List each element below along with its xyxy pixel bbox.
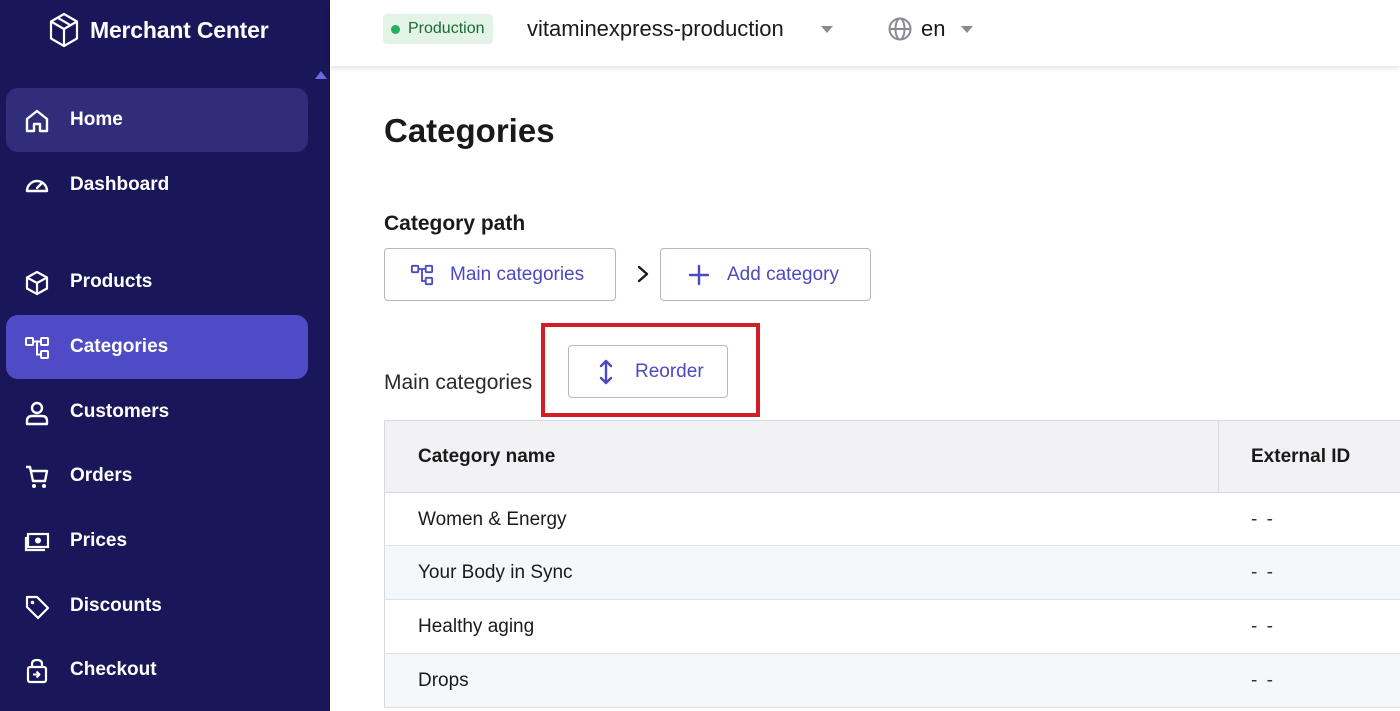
brand-name: Merchant Center [90, 16, 269, 43]
external-id-cell: - - [1251, 562, 1275, 583]
column-header-external-id[interactable]: External ID [1251, 421, 1350, 493]
sidebar-item-label: Discounts [70, 595, 162, 616]
sidebar-item-customers[interactable]: Customers [6, 380, 308, 444]
environment-label: Production [408, 20, 485, 37]
category-path-label: Category path [384, 212, 526, 235]
sidebar: Merchant Center Home Dashboard Products … [0, 0, 330, 711]
sidebar-item-label: Checkout [70, 659, 157, 680]
table-header: Category name External ID [384, 420, 1400, 493]
sidebar-item-home[interactable]: Home [6, 88, 308, 152]
main-categories-label: Main categories [450, 263, 585, 285]
section-label: Main categories [384, 371, 533, 394]
sidebar-item-label: Prices [70, 530, 128, 551]
column-divider [1218, 421, 1219, 493]
sidebar-item-orders[interactable]: Orders [6, 444, 308, 508]
category-name-cell: Your Body in Sync [418, 562, 573, 583]
language-switcher[interactable]: en [921, 14, 945, 44]
external-id-cell: - - [1251, 616, 1275, 637]
sidebar-item-label: Dashboard [70, 174, 170, 195]
chevron-right-icon [637, 265, 649, 283]
home-icon [25, 109, 49, 133]
sidebar-item-label: Home [70, 109, 123, 130]
main-categories-button[interactable]: Main categories [384, 248, 616, 301]
top-bar: Production vitaminexpress-production en [330, 0, 1400, 66]
sidebar-item-label: Customers [70, 401, 170, 422]
gauge-icon [25, 179, 49, 193]
language-dropdown-caret-icon[interactable] [961, 26, 973, 33]
sidebar-item-products[interactable]: Products [6, 250, 308, 314]
sidebar-item-dashboard[interactable]: Dashboard [6, 153, 308, 217]
tree-icon [410, 264, 434, 286]
user-icon [25, 401, 49, 426]
category-name-cell: Women & Energy [418, 509, 567, 530]
sidebar-item-discounts[interactable]: Discounts [6, 574, 308, 638]
lock-bag-icon [26, 658, 48, 684]
brand[interactable]: Merchant Center [48, 12, 269, 48]
table-row[interactable]: Your Body in Sync - - [384, 546, 1400, 600]
sidebar-item-label: Products [70, 271, 153, 292]
column-header-category-name[interactable]: Category name [418, 421, 555, 493]
add-category-label: Add category [727, 263, 839, 285]
cart-icon [26, 465, 49, 488]
categories-table: Category name External ID Women & Energy… [384, 420, 1400, 708]
add-category-button[interactable]: Add category [660, 248, 871, 301]
logo-icon [49, 12, 79, 48]
project-dropdown-caret-icon[interactable] [821, 26, 833, 33]
money-icon [24, 532, 50, 552]
globe-icon[interactable] [887, 16, 913, 42]
external-id-cell: - - [1251, 670, 1275, 691]
sidebar-item-label: Categories [70, 336, 169, 357]
sidebar-item-prices[interactable]: Prices [6, 509, 308, 573]
table-row[interactable]: Women & Energy - - [384, 492, 1400, 546]
scroll-up-caret[interactable] [315, 71, 327, 79]
page-title: Categories [384, 112, 555, 149]
external-id-cell: - - [1251, 509, 1275, 530]
table-row[interactable]: Healthy aging - - [384, 600, 1400, 654]
tag-icon [25, 595, 50, 620]
sidebar-item-label: Orders [70, 465, 133, 486]
cube-icon [25, 270, 49, 296]
project-switcher[interactable]: vitaminexpress-production [527, 14, 784, 44]
table-row[interactable]: Drops - - [384, 654, 1400, 708]
highlight-box [541, 323, 760, 417]
status-dot-icon [391, 24, 400, 34]
environment-badge: Production [383, 14, 493, 44]
plus-icon [688, 264, 710, 286]
category-name-cell: Healthy aging [418, 616, 535, 637]
category-name-cell: Drops [418, 670, 469, 691]
sidebar-item-checkout[interactable]: Checkout [6, 638, 308, 702]
sidebar-item-categories[interactable]: Categories [6, 315, 308, 379]
tree-icon [25, 337, 49, 359]
